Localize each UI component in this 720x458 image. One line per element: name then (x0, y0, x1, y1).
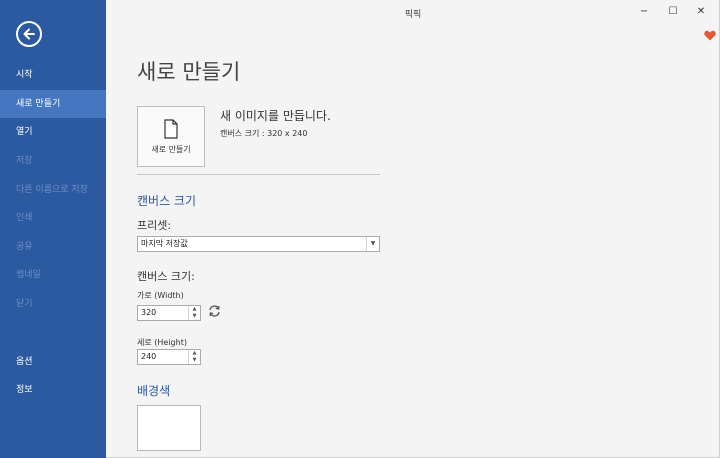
new-document-icon (164, 118, 178, 139)
sidebar-item-save[interactable]: 저장 (0, 147, 106, 175)
sidebar-item-new[interactable]: 새로 만들기 (0, 90, 106, 118)
chevron-down-icon[interactable]: ▼ (366, 237, 379, 251)
background-color-swatch[interactable] (137, 405, 201, 451)
new-image-button[interactable]: 새로 만들기 (137, 106, 205, 167)
page-title: 새로 만들기 (137, 60, 241, 84)
swap-dimensions-icon[interactable] (208, 305, 221, 317)
sidebar-item-open[interactable]: 열기 (0, 118, 106, 146)
back-button[interactable] (16, 21, 42, 47)
width-label: 가로 (Width) (137, 291, 184, 300)
height-stepper[interactable]: 240 ▲ ▼ (137, 349, 201, 365)
preset-select-value: 마지막 저장값 (141, 239, 188, 248)
width-decrement-button[interactable]: ▼ (189, 313, 200, 320)
height-label: 세로 (Height) (137, 338, 187, 347)
height-decrement-button[interactable]: ▼ (189, 357, 200, 364)
sidebar-item-about[interactable]: 정보 (0, 376, 106, 404)
sidebar-item-print[interactable]: 인쇄 (0, 204, 106, 232)
sidebar-item-share[interactable]: 공유 (0, 233, 106, 261)
sidebar-item-start[interactable]: 시작 (0, 61, 106, 89)
new-image-description: 새 이미지를 만듭니다. (220, 109, 331, 123)
divider (137, 174, 380, 175)
canvas-size-summary: 캔버스 크기 : 320 x 240 (220, 129, 308, 138)
width-stepper-buttons: ▲ ▼ (188, 306, 200, 320)
background-color-section-title: 배경색 (137, 384, 171, 398)
height-value[interactable]: 240 (141, 350, 156, 364)
sidebar-item-thumbnail[interactable]: 썸네일 (0, 261, 106, 289)
preset-select[interactable]: 마지막 저장값 ▼ (137, 236, 380, 252)
window-title: 픽픽 (404, 10, 422, 20)
close-button[interactable]: ✕ (693, 5, 709, 19)
width-value[interactable]: 320 (141, 306, 156, 320)
height-stepper-buttons: ▲ ▼ (188, 350, 200, 364)
canvas-size-label: 캔버스 크기: (137, 270, 195, 283)
sidebar-item-close[interactable]: 닫기 (0, 290, 106, 318)
preset-label: 프리셋: (137, 219, 172, 232)
sidebar-item-options[interactable]: 옵션 (0, 348, 106, 376)
backstage-sidebar: 시작 새로 만들기 열기 저장 다른 이름으로 저장 인쇄 공유 썸네일 닫기 … (0, 0, 106, 458)
heart-icon[interactable] (704, 30, 716, 41)
width-stepper[interactable]: 320 ▲ ▼ (137, 305, 201, 321)
minimize-button[interactable]: − (636, 5, 652, 19)
sidebar-item-save-as[interactable]: 다른 이름으로 저장 (0, 176, 106, 204)
back-arrow-icon (23, 28, 35, 40)
maximize-button[interactable]: ☐ (665, 5, 681, 19)
width-increment-button[interactable]: ▲ (189, 306, 200, 313)
canvas-size-section-title: 캔버스 크기 (137, 194, 197, 208)
new-image-button-label: 새로 만들기 (151, 144, 191, 154)
height-increment-button[interactable]: ▲ (189, 350, 200, 357)
